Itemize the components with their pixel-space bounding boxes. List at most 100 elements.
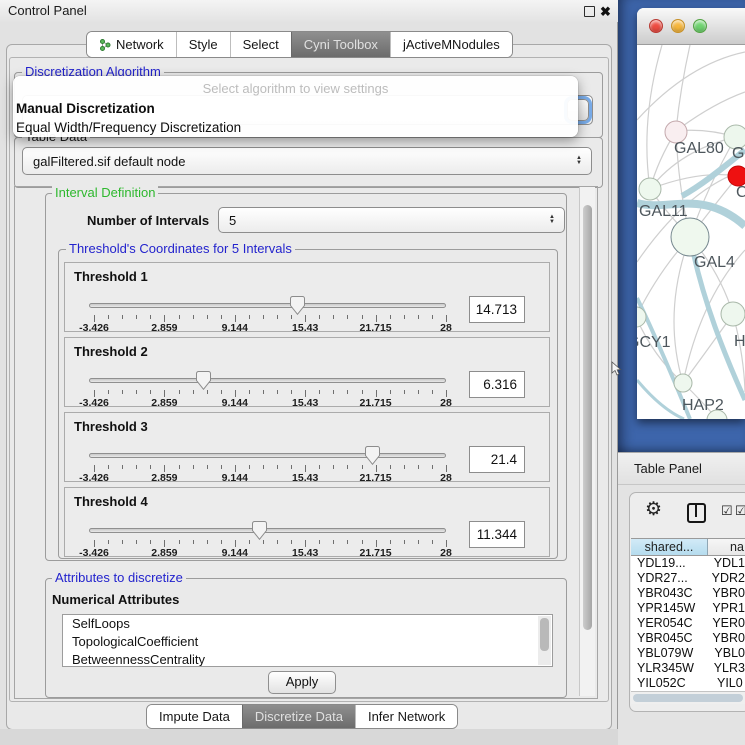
attributes-list-scrollbar[interactable]: [538, 616, 551, 665]
tab-discretize-data[interactable]: Discretize Data: [242, 705, 355, 728]
dropdown-option-manual-discretization[interactable]: Manual Discretization: [13, 99, 578, 118]
table-row[interactable]: YLR345WYLR3: [631, 661, 745, 676]
slider-track[interactable]: [89, 528, 446, 533]
network-edge[interactable]: [676, 45, 690, 131]
slider-track[interactable]: [89, 378, 446, 383]
table-data-combobox[interactable]: galFiltered.sif default node ▲ ▼: [22, 147, 592, 175]
slider-tick: [390, 540, 391, 544]
cell-shared-name[interactable]: YDR27...: [631, 571, 703, 586]
scrollbar-thumb[interactable]: [583, 205, 592, 630]
table-row[interactable]: YBR043CYBR0: [631, 586, 745, 601]
threshold-value-input[interactable]: [469, 371, 525, 398]
cell-name[interactable]: YIL0: [708, 676, 743, 691]
slider-tick: [249, 540, 250, 544]
close-traffic-light-icon[interactable]: [649, 19, 663, 33]
slider-track[interactable]: [89, 453, 446, 458]
columns-icon[interactable]: [687, 503, 706, 523]
threshold-value-input[interactable]: [469, 296, 525, 323]
slider-thumb[interactable]: [252, 521, 267, 540]
threshold-value-input[interactable]: [469, 446, 525, 473]
column-header-name[interactable]: na: [708, 539, 745, 555]
slider-thumb[interactable]: [290, 296, 305, 315]
cell-shared-name[interactable]: YLR345W: [631, 661, 705, 676]
tab-network[interactable]: Network: [87, 32, 176, 57]
table-row[interactable]: YDR27...YDR2: [631, 571, 745, 586]
numerical-attributes-list[interactable]: SelfLoopsTopologicalCoefficientBetweenne…: [62, 614, 553, 667]
tab-impute-data[interactable]: Impute Data: [147, 705, 242, 728]
zoom-traffic-light-icon[interactable]: [693, 19, 707, 33]
slider-tick: [207, 540, 208, 544]
slider-tick: [235, 315, 236, 322]
slider-tick: [291, 540, 292, 544]
slider-tick: [221, 465, 222, 469]
table-row[interactable]: YDL19...YDL1: [631, 556, 745, 571]
scrollbar-thumb[interactable]: [633, 694, 743, 702]
network-node-c[interactable]: [728, 166, 745, 186]
network-node-gal11[interactable]: [639, 178, 661, 200]
gear-icon[interactable]: ⚙: [645, 499, 662, 521]
threshold-slider[interactable]: -3.4262.8599.14415.4321.71528: [89, 263, 446, 333]
attribute-item[interactable]: SelfLoops: [63, 615, 552, 633]
attribute-item[interactable]: BetweennessCentrality: [63, 651, 552, 667]
table-row[interactable]: YBL079WYBL0: [631, 646, 745, 661]
slider-tick-label: 2.859: [151, 547, 177, 559]
cell-shared-name[interactable]: YBL079W: [631, 646, 705, 661]
table-row[interactable]: YBR045CYBR0: [631, 631, 745, 646]
slider-tick: [179, 465, 180, 469]
close-icon[interactable]: ✖: [600, 1, 611, 23]
network-node-h[interactable]: [721, 302, 745, 326]
scrollbar-thumb[interactable]: [540, 618, 549, 651]
cell-shared-name[interactable]: YBR045C: [631, 631, 703, 646]
tab-cyni-toolbox[interactable]: Cyni Toolbox: [291, 32, 390, 57]
vertical-scrollbar[interactable]: [579, 187, 595, 696]
slider-tick: [319, 390, 320, 394]
network-edge[interactable]: [637, 52, 745, 120]
tab-infer-network[interactable]: Infer Network: [355, 705, 457, 728]
slider-thumb[interactable]: [365, 446, 380, 465]
threshold-value-input[interactable]: [469, 521, 525, 548]
checked-checkbox-icon[interactable]: ☑: [735, 503, 745, 519]
cell-shared-name[interactable]: YPR145W: [631, 601, 703, 616]
cell-name[interactable]: YBR0: [703, 631, 745, 646]
table-horizontal-scrollbar[interactable]: [631, 691, 745, 704]
network-edge[interactable]: [647, 45, 662, 189]
network-canvas[interactable]: GAL80GCGAL11GAL4GCY1HHAP2: [637, 45, 745, 419]
apply-button[interactable]: Apply: [268, 671, 336, 694]
cell-name[interactable]: YDL1: [705, 556, 745, 571]
checked-checkbox-icon[interactable]: ☑: [721, 503, 733, 519]
tab-select[interactable]: Select: [230, 32, 291, 57]
cell-name[interactable]: YBR0: [703, 586, 745, 601]
slider-tick: [235, 465, 236, 472]
slider-tick: [277, 315, 278, 319]
tab-jactivemnodules[interactable]: jActiveMNodules: [390, 32, 512, 57]
network-node-gal4[interactable]: [671, 218, 709, 256]
slider-tick-label: -3.426: [79, 547, 109, 559]
cell-name[interactable]: YPR1: [703, 601, 745, 616]
threshold-slider[interactable]: -3.4262.8599.14415.4321.71528: [89, 488, 446, 558]
table-row[interactable]: YER054CYER0: [631, 616, 745, 631]
network-node-hap2[interactable]: [674, 374, 692, 392]
cell-shared-name[interactable]: YIL052C: [631, 676, 708, 691]
table-row[interactable]: YPR145WYPR1: [631, 601, 745, 616]
cell-name[interactable]: YLR3: [705, 661, 745, 676]
cell-shared-name[interactable]: YDL19...: [631, 556, 705, 571]
slider-tick: [432, 315, 433, 319]
number-of-intervals-combobox[interactable]: 5 ▲ ▼: [218, 207, 565, 233]
slider-tick: [333, 540, 334, 544]
threshold-slider[interactable]: -3.4262.8599.14415.4321.71528: [89, 413, 446, 483]
cell-name[interactable]: YBL0: [705, 646, 745, 661]
minimize-traffic-light-icon[interactable]: [671, 19, 685, 33]
cell-name[interactable]: YER0: [703, 616, 745, 631]
table-row[interactable]: YIL052CYIL0: [631, 676, 745, 691]
threshold-slider[interactable]: -3.4262.8599.14415.4321.71528: [89, 338, 446, 408]
cell-name[interactable]: YDR2: [703, 571, 745, 586]
cell-shared-name[interactable]: YBR043C: [631, 586, 703, 601]
float-window-icon[interactable]: [584, 6, 595, 17]
column-header-shared-name[interactable]: shared...: [631, 539, 708, 555]
slider-track[interactable]: [89, 303, 446, 308]
dropdown-option-equal-width-frequency[interactable]: Equal Width/Frequency Discretization: [13, 118, 578, 137]
cell-shared-name[interactable]: YER054C: [631, 616, 703, 631]
slider-thumb[interactable]: [196, 371, 211, 390]
attribute-item[interactable]: TopologicalCoefficient: [63, 633, 552, 651]
tab-style[interactable]: Style: [176, 32, 230, 57]
